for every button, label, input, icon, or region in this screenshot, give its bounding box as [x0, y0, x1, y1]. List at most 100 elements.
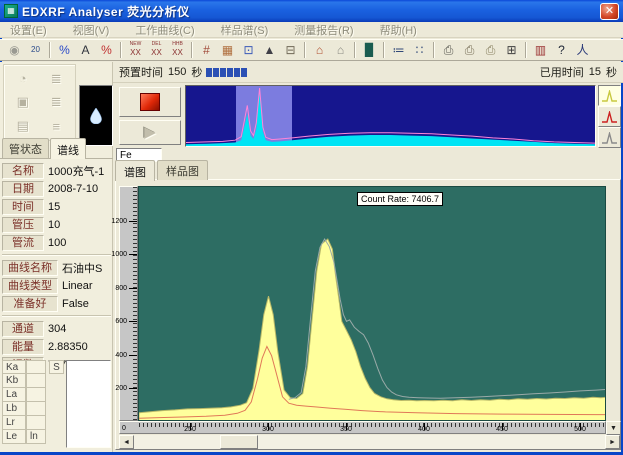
line-table-cell: La [2, 388, 26, 402]
x-tick-label: 500 [568, 426, 592, 433]
tab-spectral-line[interactable]: 谱线 [50, 138, 86, 159]
acquisition-preview-chart[interactable] [185, 85, 596, 147]
start-button[interactable]: ▶ [119, 120, 181, 145]
menu-sample-spectrum[interactable]: 样品谱(S) [221, 22, 269, 38]
field-value: 10 [44, 219, 60, 231]
curve-yellow-button[interactable] [598, 85, 621, 106]
app-icon: ▦ [4, 4, 18, 18]
filter-indicator-button[interactable]: ≣ [45, 92, 67, 112]
tube-control-panel: ◔ ≣ ▣ ≣ ▤ ≡ [3, 64, 76, 141]
progress-block [206, 68, 212, 77]
spectrum-new-icon[interactable]: NEWXX [125, 41, 146, 60]
progress-block [227, 68, 233, 77]
field-row: 管压10 [2, 216, 111, 233]
progress-block [234, 68, 240, 77]
line-table-cell [26, 374, 46, 388]
line-table-cell: ln [26, 430, 46, 444]
elapsed-time-label: 已用时间 [540, 64, 584, 80]
field-row: 准备好False [2, 295, 111, 312]
spectrum-delete-icon[interactable]: DELXX [146, 41, 167, 60]
title-bar: ▦ EDXRF Analyser 荧光分析仪 ✕ [0, 0, 623, 22]
peak-search-icon[interactable]: ▲ [259, 41, 280, 60]
smooth-icon[interactable]: ▦ [217, 41, 238, 60]
connect-icon[interactable]: ◉ [4, 41, 25, 60]
close-button[interactable]: ✕ [600, 3, 619, 20]
context-help-icon[interactable]: ? [551, 41, 572, 60]
field-value: 2.88350 [44, 341, 88, 353]
element-list-box[interactable] [66, 360, 111, 448]
scroll-down-button[interactable]: ▼ [606, 421, 621, 435]
grid-icon[interactable]: # [196, 41, 217, 60]
timer-button[interactable]: ◔ [12, 69, 34, 89]
field-row: 能量2.88350 [2, 338, 111, 355]
roi-icon[interactable]: ⊟ [280, 41, 301, 60]
param-detail-icon[interactable]: ∷ [409, 41, 430, 60]
tab-spectrum-view[interactable]: 谱图 [115, 160, 155, 181]
x-tick-label: 450 [490, 426, 514, 433]
scroll-thumb[interactable] [220, 435, 258, 449]
print-preview-icon[interactable]: ⎙ [459, 41, 480, 60]
acquisition-progress-bar [206, 68, 247, 77]
toolbar-separator [304, 42, 306, 58]
field-label: 时间 [2, 199, 44, 215]
save-state-button[interactable]: ▣ [12, 92, 34, 112]
percent-sample-icon[interactable]: % [54, 41, 75, 60]
tab-sample-view[interactable]: 样品图 [157, 160, 208, 180]
print-icon[interactable]: ⎙ [438, 41, 459, 60]
toolbar: ◉20%A%NEWXXDELXXHHBXX#▦⊡▲⊟⌂⌂▉≔∷⎙⎙⎙⊞▥?人 [0, 39, 623, 61]
line-table-cell [26, 402, 46, 416]
print-setup-icon[interactable]: ⎙ [480, 41, 501, 60]
hv-indicator-button[interactable]: ≣ [45, 69, 67, 89]
menu-help[interactable]: 帮助(H) [380, 22, 417, 38]
home-alt-icon[interactable]: ⌂ [330, 41, 351, 60]
toolbar-separator [433, 42, 435, 58]
log-button[interactable]: ▤ [12, 116, 34, 136]
tab-tube-status[interactable]: 管状态 [2, 138, 49, 158]
curve-gray-button[interactable] [598, 127, 621, 148]
y-major-tick [129, 388, 137, 389]
curve-red-button[interactable] [598, 106, 621, 127]
home-icon[interactable]: ⌂ [309, 41, 330, 60]
progress-block [220, 68, 226, 77]
element-column-header: S [49, 360, 64, 374]
chart-window-icon[interactable]: ⊡ [238, 41, 259, 60]
field-value: 100 [44, 237, 66, 249]
preset-time-label: 预置时间 [119, 64, 163, 80]
field-label: 名称 [2, 163, 44, 179]
left-tab-strip: 管状态谱线 [0, 141, 113, 159]
monitor-icon[interactable]: ▉ [359, 41, 380, 60]
axis-origin-label: 0 [122, 425, 126, 432]
y-major-tick [129, 288, 137, 289]
shutter-indicator-button[interactable]: ≡ [45, 116, 67, 136]
exit-icon[interactable]: 人 [572, 41, 593, 60]
toolbar-separator [49, 42, 51, 58]
gain-setting-icon[interactable]: 20 [25, 41, 46, 60]
menu-settings[interactable]: 设置(E) [10, 22, 47, 38]
field-row: 曲线类型Linear [2, 277, 111, 294]
param-list-icon[interactable]: ≔ [388, 41, 409, 60]
line-table-cell [26, 416, 46, 430]
menu-measure-report[interactable]: 测量报告(R) [294, 22, 353, 38]
manual-book-icon[interactable]: ▥ [530, 41, 551, 60]
field-label: 管流 [2, 235, 44, 251]
line-series-table: KaKbLaLbLrLeln [2, 360, 46, 444]
horizontal-scrollbar[interactable]: ◄► [119, 435, 620, 449]
spectrum-save-icon[interactable]: HHBXX [167, 41, 188, 60]
field-row: 通道304 [2, 320, 111, 337]
field-value: 304 [44, 323, 66, 335]
peak-icon [602, 90, 618, 102]
stop-button[interactable] [119, 87, 181, 117]
scroll-left-button[interactable]: ◄ [119, 435, 134, 449]
spectrum-plot[interactable]: Count Rate: 7406.7 [138, 186, 606, 421]
field-value: 15 [44, 201, 60, 213]
scroll-right-button[interactable]: ► [605, 435, 620, 449]
line-table-cell: Le [2, 430, 26, 444]
calculator-icon[interactable]: ⊞ [501, 41, 522, 60]
percent-standard-icon[interactable]: % [96, 41, 117, 60]
field-value: 石油中S [58, 260, 102, 276]
scroll-track[interactable] [134, 435, 605, 449]
field-row: 名称1000充气-1 [2, 162, 111, 179]
menu-view[interactable]: 视图(V) [73, 22, 110, 38]
menu-working-curve[interactable]: 工作曲线(C) [135, 22, 194, 38]
angle-calibration-icon[interactable]: A [75, 41, 96, 60]
